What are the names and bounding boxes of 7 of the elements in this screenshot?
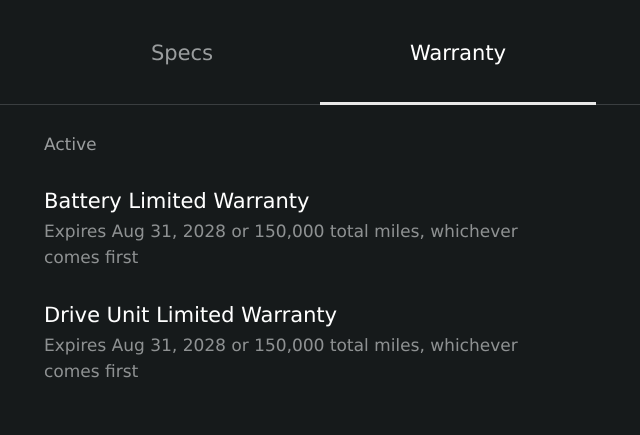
tab[interactable]: Warranty [320,0,596,105]
warranty-detail: Expires Aug 31, 2028 or 150,000 total miles, whichever comes first [44,335,519,384]
warranty-title: Drive Unit Limited Warranty [44,303,338,327]
tab[interactable]: Specs [44,0,320,105]
warranty-detail: Expires Aug 31, 2028 or 150,000 total miles, whichever comes first [44,221,519,270]
section-heading: Active [44,135,98,155]
warranty-title: Battery Limited Warranty [44,189,310,213]
